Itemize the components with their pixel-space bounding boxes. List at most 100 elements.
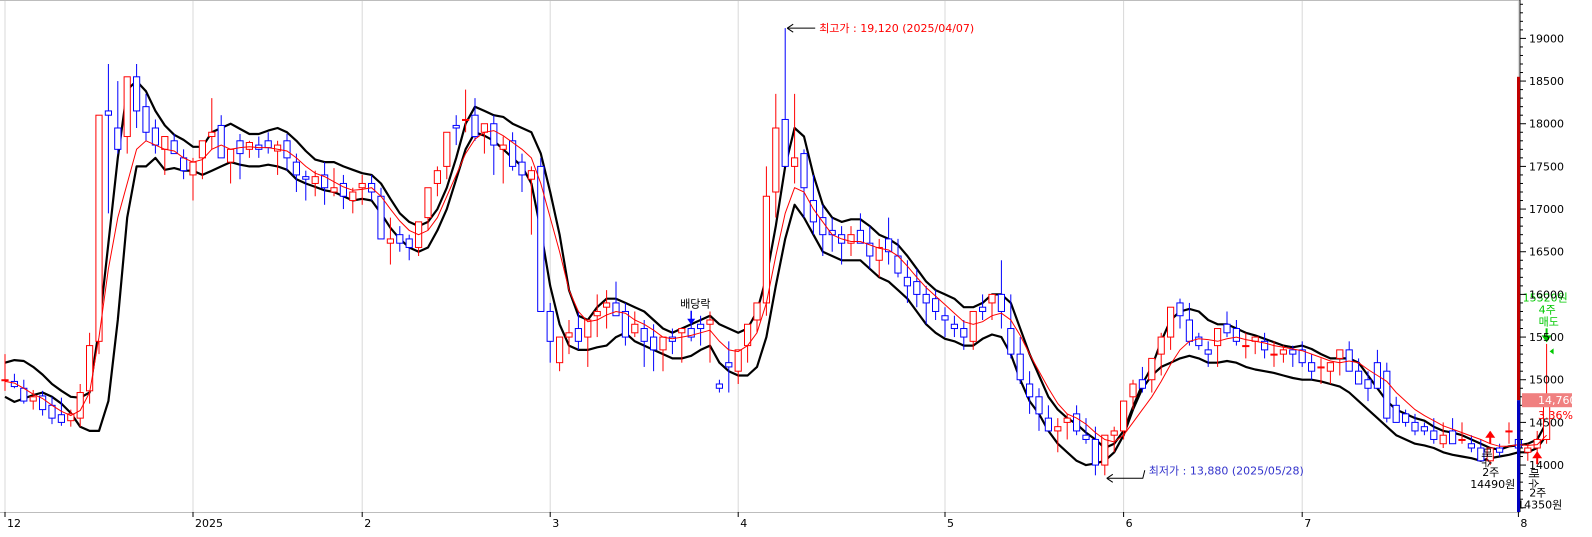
candle-body: [396, 234, 404, 244]
candle-body: [499, 144, 507, 150]
candle: [537, 157, 545, 312]
candle-body: [1496, 447, 1504, 453]
candle-body: [1167, 306, 1175, 338]
candle-body: [1458, 438, 1466, 441]
candle-body: [565, 332, 573, 338]
candle-body: [950, 323, 958, 330]
high-price-label: 최고가 : 19,120 (2025/04/07): [819, 22, 974, 35]
candle-body: [198, 140, 207, 159]
candle-body: [734, 349, 742, 372]
candle-body: [903, 276, 911, 287]
current-price-change: 3.36%: [1538, 409, 1573, 422]
y-axis-lower-strip: [1517, 400, 1520, 512]
x-tick-label: 12: [7, 517, 21, 530]
candle-body: [791, 157, 799, 167]
candle-body: [29, 396, 37, 402]
candle-body: [283, 140, 291, 159]
candle-body: [1026, 383, 1034, 398]
candle-body: [537, 165, 545, 312]
candle-body: [1355, 370, 1363, 385]
candle-body: [1082, 434, 1090, 440]
candle-body: [1185, 319, 1194, 342]
candle-body: [1223, 323, 1231, 334]
x-axis: 12 2025 2 3 4 5 6 7 8: [4, 512, 1527, 530]
candle-body: [715, 383, 723, 389]
y-tick-label: 16500: [1529, 246, 1564, 259]
candle-body: [443, 131, 451, 167]
candle-body: [1035, 396, 1043, 415]
stock-chart[interactable]: 최고가 : 19,120 (2025/04/07) 최저가 : 13,880 (2…: [0, 0, 1592, 537]
candle-body: [556, 336, 564, 364]
candle-body: [180, 157, 188, 172]
candle-body: [922, 293, 930, 304]
candle-body: [1110, 430, 1118, 436]
candle-body: [1148, 357, 1156, 381]
candle-body: [593, 310, 601, 317]
candle-body: [170, 140, 178, 155]
candle-body: [753, 302, 761, 321]
candle-body: [1129, 383, 1137, 398]
candle-body: [640, 328, 648, 342]
candle-body: [1016, 353, 1024, 381]
candle-body: [762, 195, 770, 304]
candle-body: [1524, 447, 1532, 453]
candle-body: [1138, 379, 1147, 389]
candle-body: [1430, 430, 1438, 440]
candle-body: [217, 124, 225, 159]
candle-body: [104, 110, 113, 116]
candle-body: [1, 379, 9, 382]
y-tick-label: 16000: [1529, 288, 1564, 301]
candle-body: [1120, 400, 1128, 432]
candle-body: [1392, 404, 1400, 423]
candle-body: [697, 323, 705, 330]
candle-body: [95, 114, 103, 342]
sell-small-marker: [1549, 348, 1554, 355]
candle-body: [932, 298, 940, 312]
candle-body: [659, 336, 667, 351]
candle-body: [1214, 328, 1222, 347]
x-tick-label: 4: [740, 517, 747, 530]
candle-body: [1326, 362, 1335, 372]
candle-body: [1317, 366, 1325, 369]
candle-body: [1505, 430, 1513, 433]
candle-body: [386, 238, 394, 244]
candle-body: [1308, 362, 1316, 372]
candle-body: [913, 281, 921, 295]
candle-body: [1402, 413, 1410, 423]
candle-body: [612, 302, 620, 317]
candle-body: [809, 200, 817, 223]
candle-body: [1204, 349, 1212, 355]
candle-body: [1007, 328, 1015, 355]
buy1-price-label: 14490원: [1470, 478, 1515, 491]
candle-body: [490, 123, 498, 146]
candle-body: [424, 187, 432, 219]
candle-body: [997, 293, 1005, 312]
candle-body: [151, 127, 160, 146]
candle-body: [979, 306, 987, 312]
candle-body: [86, 345, 94, 392]
x-tick-label: 3: [552, 517, 559, 530]
buy2-price-label: 14350원: [1517, 498, 1562, 511]
candle-body: [1063, 417, 1071, 423]
candle-body: [302, 176, 310, 180]
candle-body: [433, 170, 441, 184]
candle-body: [1420, 426, 1429, 432]
candle-body: [471, 114, 479, 138]
y-tick-label: 18500: [1529, 75, 1564, 88]
buy2-arrow-head: [1532, 451, 1543, 459]
candle-body: [292, 161, 300, 176]
y-tick-label: 19000: [1529, 32, 1564, 45]
candle-body: [57, 414, 65, 423]
candle-body: [969, 310, 977, 342]
y-axis-upper-strip: [1517, 76, 1520, 401]
candle-body: [1242, 345, 1250, 348]
candle-body: [1073, 413, 1081, 432]
candle-body: [706, 319, 714, 325]
candle-body: [603, 302, 611, 308]
candle-body: [1533, 438, 1541, 449]
candle-body: [189, 161, 197, 176]
candle-body: [1270, 353, 1278, 356]
candle-body: [725, 362, 733, 368]
candle-body: [518, 161, 526, 176]
candle-body: [264, 140, 272, 149]
